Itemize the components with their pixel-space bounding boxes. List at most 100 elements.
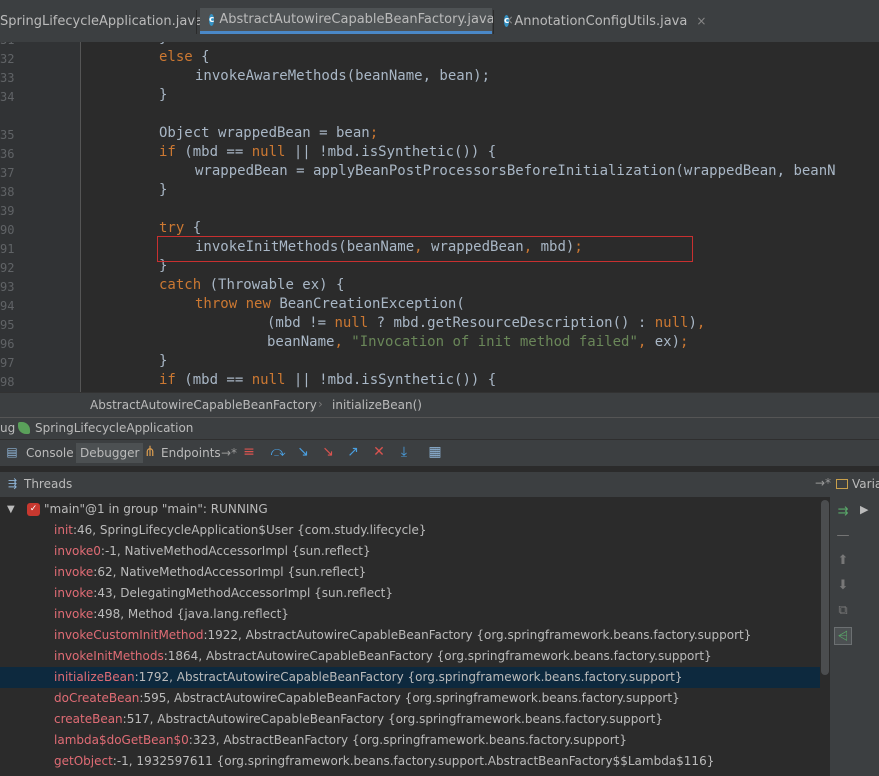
frame-detail: :43, DelegatingMethodAccessorImpl {sun.r…: [93, 586, 394, 600]
frame-row[interactable]: invokeCustomInitMethod:1922, AbstractAut…: [0, 625, 830, 646]
thread-icon: ✓: [27, 503, 40, 516]
code-editor[interactable]: } else { invokeAwareMethods(beanName, be…: [82, 42, 879, 392]
code-line: }: [159, 42, 167, 46]
line-number: 95: [0, 318, 15, 332]
copy-stack-icon[interactable]: ⧉: [834, 602, 852, 620]
code-line: else {: [159, 49, 210, 65]
pin-icon[interactable]: →*: [815, 476, 831, 490]
threads-panel-header: ⇶ Threads →* Varia: [0, 471, 879, 497]
thread-row[interactable]: ▼ ✓ "main"@1 in group "main": RUNNING: [0, 499, 830, 520]
frame-row[interactable]: doCreateBean:595, AbstractAutowireCapabl…: [0, 688, 830, 709]
run-config-name[interactable]: SpringLifecycleApplication: [35, 421, 193, 435]
code-line: if (mbd == null || !mbd.isSynthetic()) {: [159, 372, 497, 388]
frame-detail: :46, SpringLifecycleApplication$User {co…: [72, 523, 427, 537]
force-step-into-icon[interactable]: ↘: [320, 444, 336, 460]
class-icon: c: [209, 13, 215, 26]
frame-detail: :62, NativeMethodAccessorImpl {sun.refle…: [93, 565, 367, 579]
frame-detail: :-1, 1932597611 {org.springframework.bea…: [112, 754, 715, 768]
filter-frames-icon[interactable]: ⩤: [834, 627, 852, 645]
line-number: 92: [0, 261, 15, 275]
evaluate-expression-icon[interactable]: ▦: [427, 444, 443, 460]
frame-row-selected[interactable]: initializeBean:1792, AbstractAutowireCap…: [0, 667, 830, 688]
code-line: throw new BeanCreationException(: [195, 296, 465, 312]
resume-thread-icon[interactable]: ⇉: [834, 503, 852, 521]
frame-detail: :323, AbstractBeanFactory {org.springfra…: [188, 733, 627, 747]
show-execution-point-icon[interactable]: ≡: [241, 444, 257, 460]
minus-icon[interactable]: —: [834, 527, 852, 545]
spring-leaf-icon: [18, 422, 30, 434]
frame-row[interactable]: invoke0:-1, NativeMethodAccessorImpl {su…: [0, 541, 830, 562]
console-icon: ▤: [6, 445, 18, 459]
frame-detail: :1864, AbstractAutowireCapableBeanFactor…: [163, 649, 712, 663]
frame-row[interactable]: invokeInitMethods:1864, AbstractAutowire…: [0, 646, 830, 667]
tab-spring-lifecycle-application[interactable]: SpringLifecycleApplication.java ×: [0, 8, 222, 34]
line-number: 33: [0, 71, 15, 85]
endpoints-pin[interactable]: →*: [217, 443, 241, 463]
frame-detail: :1792, AbstractAutowireCapableBeanFactor…: [134, 670, 683, 684]
frame-detail: :1922, AbstractAutowireCapableBeanFactor…: [203, 628, 752, 642]
tab-label: AnnotationConfigUtils.java: [514, 13, 688, 29]
editor-tab-bar: SpringLifecycleApplication.java × c Abst…: [0, 0, 879, 42]
line-number: 90: [0, 223, 15, 237]
code-line: if (mbd == null || !mbd.isSynthetic()) {: [159, 144, 497, 160]
code-line: wrappedBean = applyBeanPostProcessorsBef…: [195, 163, 836, 179]
line-number: 94: [0, 299, 15, 313]
tab-annotation-config-utils[interactable]: c AnnotationConfigUtils.java ×: [496, 8, 706, 34]
frame-row[interactable]: createBean:517, AbstractAutowireCapableB…: [0, 709, 830, 730]
line-number: 31: [0, 42, 14, 47]
frame-method: initializeBean: [54, 670, 135, 684]
line-number: 39: [0, 204, 15, 218]
code-line: }: [159, 87, 168, 103]
close-icon[interactable]: ×: [696, 14, 706, 28]
tab-endpoints[interactable]: Endpoints: [157, 443, 225, 463]
variables-icon: [836, 479, 848, 489]
tab-abstract-autowire-capable-bean-factory[interactable]: c AbstractAutowireCapableBeanFactory.jav…: [200, 8, 514, 34]
class-icon: c: [504, 15, 510, 27]
breadcrumb-class[interactable]: AbstractAutowireCapableBeanFactory: [90, 398, 317, 412]
debug-toolbar: ▤ Console Debugger ⋔ Endpoints →* ≡ ⤼ ↘ …: [0, 439, 879, 467]
line-number: 35: [0, 128, 15, 142]
threads-title: Threads: [24, 477, 73, 491]
line-number: 37: [0, 166, 15, 180]
frame-detail: :-1, NativeMethodAccessorImpl {sun.refle…: [100, 544, 371, 558]
drop-frame-icon[interactable]: ✕: [371, 444, 387, 460]
line-number: 96: [0, 337, 15, 351]
frame-detail: :595, AbstractAutowireCapableBeanFactory…: [139, 691, 680, 705]
line-number: 93: [0, 280, 15, 294]
frame-method: init: [54, 523, 73, 537]
breadcrumb-separator: ›: [318, 397, 323, 411]
tab-console[interactable]: Console: [22, 443, 78, 463]
gutter-divider: [80, 42, 81, 392]
move-down-icon[interactable]: ⬇: [834, 577, 852, 595]
frame-method: lambda$doGetBean$0: [54, 733, 189, 747]
frame-method: getObject: [54, 754, 113, 768]
run-to-cursor-icon[interactable]: ⤓: [396, 444, 412, 460]
frame-row[interactable]: init:46, SpringLifecycleApplication$User…: [0, 520, 830, 541]
frame-method: invoke: [54, 565, 94, 579]
frame-row[interactable]: invoke:43, DelegatingMethodAccessorImpl …: [0, 583, 830, 604]
debug-title-prefix: ug: [0, 421, 16, 435]
breadcrumb-method[interactable]: initializeBean(): [332, 398, 422, 412]
frame-row[interactable]: lambda$doGetBean$0:323, AbstractBeanFact…: [0, 730, 830, 751]
code-line: (mbd != null ? mbd.getResourceDescriptio…: [267, 315, 706, 331]
tab-debugger[interactable]: Debugger: [76, 443, 144, 463]
line-number: 97: [0, 356, 15, 370]
code-line: Object wrappedBean = bean;: [159, 125, 379, 141]
variables-title[interactable]: Varia: [852, 477, 879, 491]
step-into-icon[interactable]: ↘: [295, 444, 311, 460]
frames-scrollbar-thumb[interactable]: [821, 500, 829, 675]
frame-row[interactable]: invoke:498, Method {java.lang.reflect}: [0, 604, 830, 625]
frames-list: ▼ ✓ "main"@1 in group "main": RUNNING in…: [0, 497, 830, 776]
frame-row[interactable]: getObject:-1, 1932597611 {org.springfram…: [0, 751, 830, 772]
collapse-triangle-icon[interactable]: ▼: [7, 499, 15, 520]
frame-method: invoke: [54, 586, 94, 600]
play-icon[interactable]: ▶: [860, 503, 868, 516]
step-out-icon[interactable]: ↗: [345, 444, 361, 460]
frame-method: doCreateBean: [54, 691, 140, 705]
move-up-icon[interactable]: ⬆: [834, 552, 852, 570]
threads-icon: ⇶: [8, 477, 18, 490]
step-over-icon[interactable]: ⤼: [270, 444, 286, 460]
line-number: 36: [0, 147, 15, 161]
frame-row[interactable]: invoke:62, NativeMethodAccessorImpl {sun…: [0, 562, 830, 583]
frame-method: createBean: [54, 712, 123, 726]
